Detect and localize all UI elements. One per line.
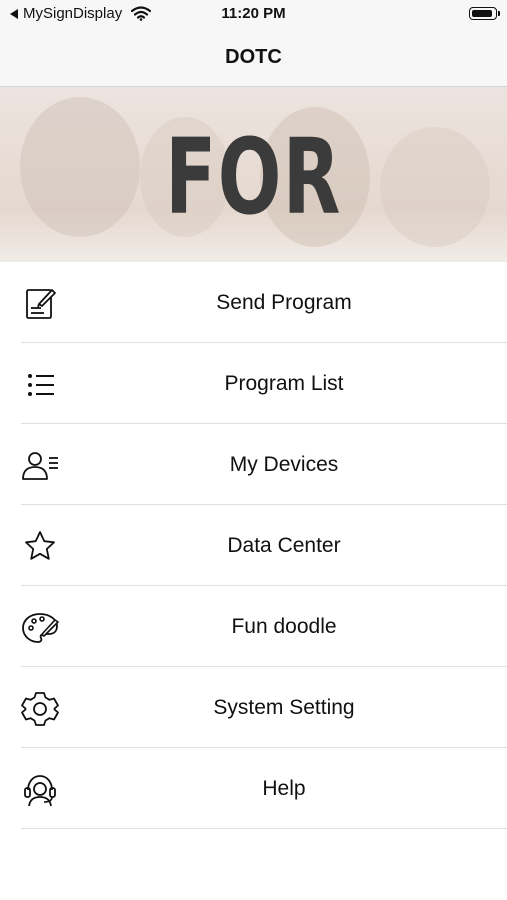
banner-image: FOR FUN: [0, 87, 507, 262]
battery-icon: [469, 7, 500, 20]
battery-fill: [471, 9, 492, 17]
menu-item-program-list[interactable]: Program List: [0, 343, 507, 424]
user-list-icon: [20, 446, 60, 486]
menu-item-label: Send Program: [216, 291, 352, 314]
menu-item-label: System Setting: [213, 696, 355, 719]
palette-icon: [20, 608, 60, 648]
menu-item-system-setting[interactable]: System Setting: [0, 667, 507, 748]
menu-item-label: Data Center: [227, 534, 341, 557]
menu-item-help[interactable]: Help: [0, 748, 507, 829]
menu-item-my-devices[interactable]: My Devices: [0, 424, 507, 505]
headset-icon: [20, 770, 60, 810]
menu-item-label: Program List: [224, 372, 344, 395]
menu-item-label: My Devices: [229, 453, 339, 476]
gear-icon: [20, 689, 60, 729]
status-time: 11:20 PM: [221, 5, 286, 22]
menu-item-fun-doodle[interactable]: Fun doodle: [0, 586, 507, 667]
divider: [21, 828, 507, 829]
menu-item-send-program[interactable]: Send Program: [0, 262, 507, 343]
menu-item-label: Help: [262, 777, 306, 800]
main-menu: Send Program Program List My Devices Dat…: [0, 262, 507, 829]
menu-item-data-center[interactable]: Data Center: [0, 505, 507, 586]
page-title: DOTC: [225, 46, 282, 68]
star-icon: [20, 527, 60, 567]
banner-headline: FOR FUN: [164, 116, 342, 262]
list-icon: [20, 365, 60, 405]
status-bar: MySignDisplay 11:20 PM: [0, 0, 507, 30]
menu-item-label: Fun doodle: [231, 615, 337, 638]
edit-note-icon: [20, 284, 60, 324]
navigation-bar: DOTC: [0, 30, 507, 87]
